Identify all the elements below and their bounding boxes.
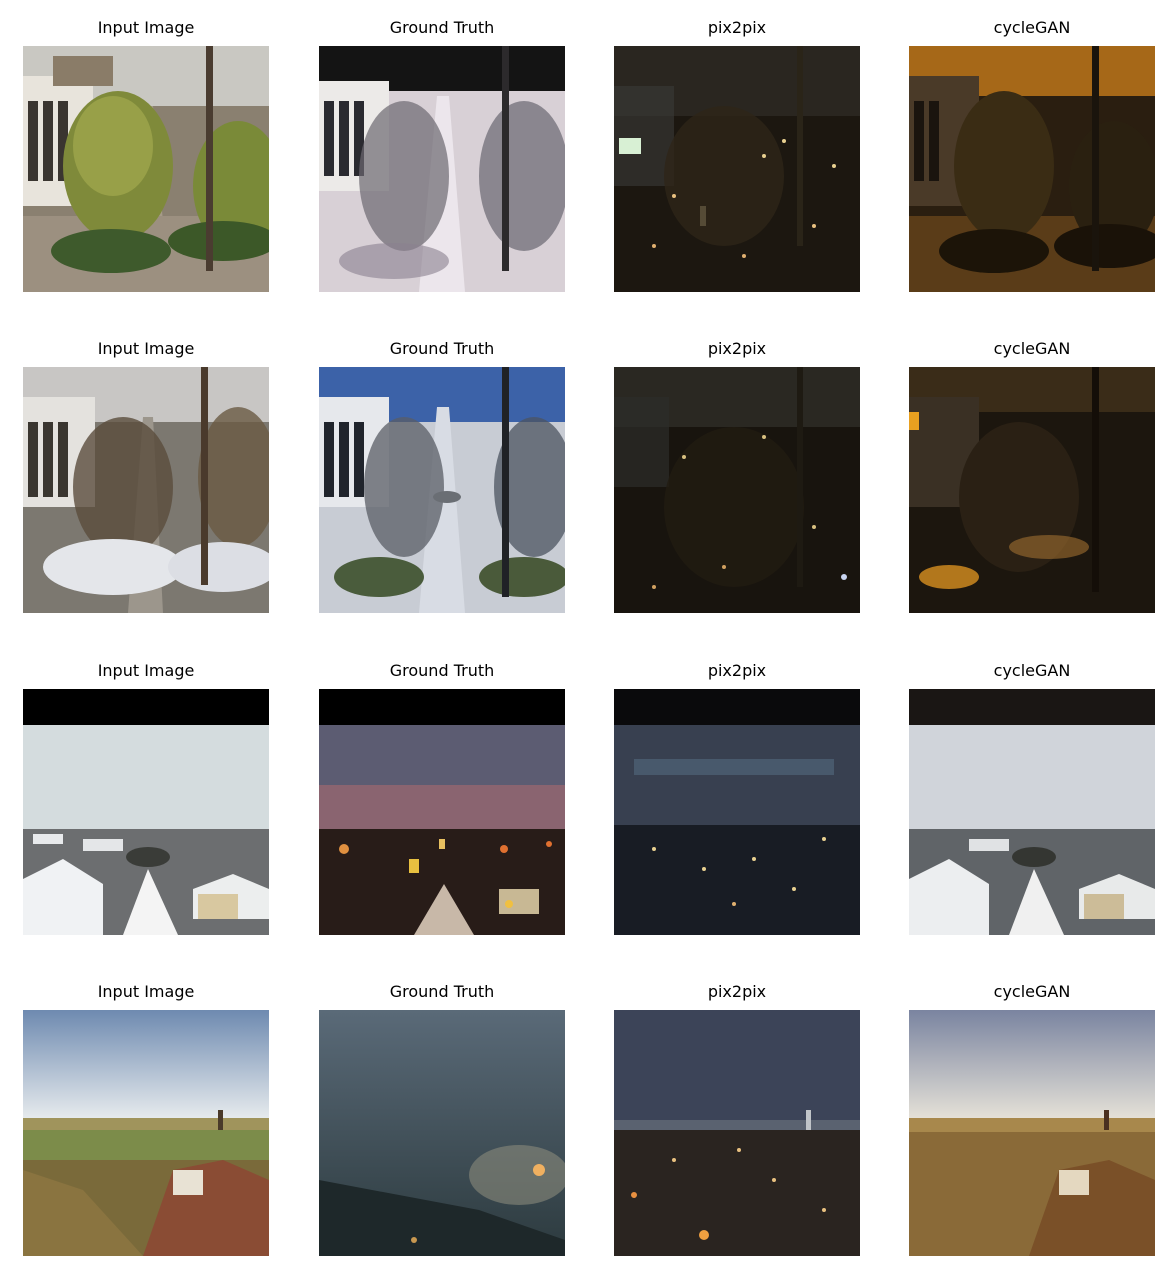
panel-title: pix2pix (707, 661, 767, 680)
panel-title: cycleGAN (993, 661, 1071, 680)
panel-title: cycleGAN (993, 982, 1071, 1001)
photo-generated-hillside-night (614, 1010, 860, 1256)
photo-generated-night-dark (614, 367, 860, 613)
panel-row1-ground-truth: Ground Truth (319, 18, 565, 292)
photo-hillside-fog-dusk (319, 1010, 565, 1256)
panel-title: cycleGAN (993, 339, 1071, 358)
panel-title: pix2pix (707, 339, 767, 358)
panel-title: Ground Truth (389, 982, 495, 1001)
panel-row2-cyclegan: cycleGAN (909, 339, 1155, 613)
panel-title: Ground Truth (389, 339, 495, 358)
panel-title: Ground Truth (389, 18, 495, 37)
photo-generated-dusk-amber (909, 367, 1155, 613)
panel-row2-ground-truth: Ground Truth (319, 339, 565, 613)
photo-campus-autumn-day (23, 46, 269, 292)
photo-generated-night-dark (614, 46, 860, 292)
photo-campus-blue-hour (319, 367, 565, 613)
image-comparison-grid: Input Image Ground Truth pix2pix cycleGA… (0, 0, 1174, 1278)
panel-row3-cyclegan: cycleGAN (909, 661, 1155, 935)
photo-generated-town-night (614, 689, 860, 935)
panel-row3-ground-truth: Ground Truth (319, 661, 565, 935)
photo-campus-snow-night (319, 46, 565, 292)
photo-town-dusk (319, 689, 565, 935)
photo-hillside-village-day (23, 1010, 269, 1256)
panel-row1-cyclegan: cycleGAN (909, 18, 1155, 292)
panel-row4-input: Input Image (23, 982, 269, 1256)
panel-row1-pix2pix: pix2pix (614, 18, 860, 292)
panel-row1-input: Input Image (23, 18, 269, 292)
panel-row2-pix2pix: pix2pix (614, 339, 860, 613)
photo-campus-winter-day (23, 367, 269, 613)
panel-title: Input Image (97, 339, 195, 358)
panel-title: cycleGAN (993, 18, 1071, 37)
panel-row3-pix2pix: pix2pix (614, 661, 860, 935)
panel-title: Input Image (97, 18, 195, 37)
panel-row4-pix2pix: pix2pix (614, 982, 860, 1256)
photo-generated-dusk-amber (909, 46, 1155, 292)
photo-town-snow-day (23, 689, 269, 935)
panel-title: Input Image (97, 661, 195, 680)
panel-row4-cyclegan: cycleGAN (909, 982, 1155, 1256)
panel-row4-ground-truth: Ground Truth (319, 982, 565, 1256)
panel-title: pix2pix (707, 982, 767, 1001)
panel-row2-input: Input Image (23, 339, 269, 613)
panel-row3-input: Input Image (23, 661, 269, 935)
panel-title: Input Image (97, 982, 195, 1001)
photo-generated-hillside-day (909, 1010, 1155, 1256)
panel-title: Ground Truth (389, 661, 495, 680)
photo-generated-town-snow (909, 689, 1155, 935)
panel-title: pix2pix (707, 18, 767, 37)
